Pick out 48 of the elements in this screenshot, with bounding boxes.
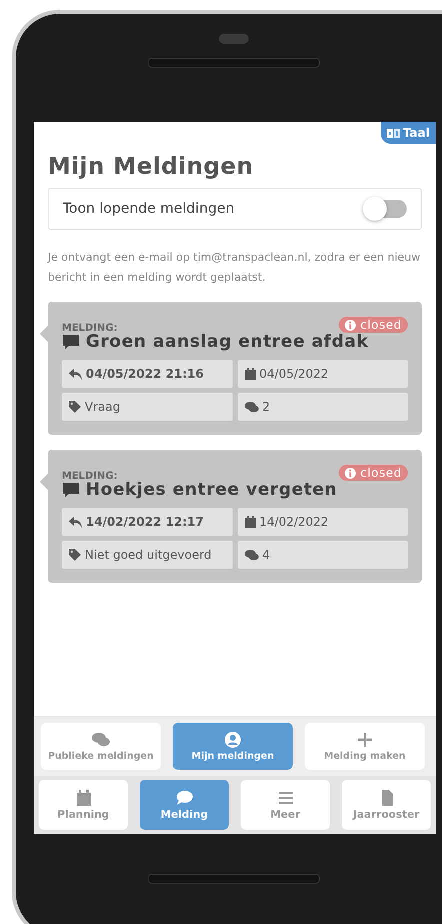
speech-bubble-icon (62, 334, 80, 350)
tag-icon (69, 401, 81, 413)
last-reply-time: 04/05/2022 21:16 (86, 367, 204, 381)
calendar-icon (244, 368, 256, 380)
toggle-label: Toon lopende meldingen (63, 201, 235, 217)
comments-icon (244, 550, 258, 560)
tag-icon (69, 549, 81, 561)
sub-tab[interactable]: Mijn meldingen (173, 723, 293, 770)
calendar-icon (244, 516, 256, 528)
calendar-icon (74, 790, 92, 806)
nav-tab[interactable]: Planning (39, 780, 128, 830)
toggle-switch[interactable] (365, 200, 407, 218)
info-text: Je ontvangt een e-mail op tim@transpaclean.nl, zodra er een nieuw bericht in een melding wordt geplaatst. (48, 250, 422, 286)
comments-count: 2 (262, 400, 270, 414)
sub-tab[interactable]: Publieke meldingen (41, 723, 161, 770)
reply-icon (69, 516, 82, 528)
speech-bubble-icon (62, 482, 80, 498)
language-button[interactable]: Taal (381, 122, 436, 144)
nav-tab[interactable]: Melding (140, 780, 229, 830)
melding-title: Hoekjes entree vergeten (86, 480, 338, 500)
info-icon (345, 468, 356, 478)
date-text: 04/05/2022 (260, 367, 329, 381)
comments-count: 4 (262, 548, 270, 562)
last-reply-time: 14/02/2022 12:17 (86, 515, 204, 529)
speech-bubble-icon (176, 790, 194, 806)
melding-label: MELDING: (62, 471, 118, 482)
info-icon (345, 320, 356, 330)
comments-icon (92, 732, 110, 748)
camera-icon (219, 34, 249, 44)
menu-icon (276, 790, 294, 806)
melding-label: MELDING: (62, 323, 118, 334)
status-badge: closed (339, 317, 408, 333)
plus-icon (356, 732, 374, 748)
user-icon (224, 732, 242, 748)
melding-title: Groen aanslag entree afdak (86, 332, 369, 352)
category-text: Vraag (85, 400, 120, 414)
category-text: Niet goed uitgevoerd (85, 548, 212, 562)
reply-icon (69, 368, 82, 380)
status-badge: closed (339, 465, 408, 481)
melding-card[interactable]: MELDING: closed Groen aanslag entree afdak 04/05/2022 21:16 04/05/2022 Vraag 2 (48, 302, 422, 435)
sub-tab[interactable]: Melding maken (305, 723, 425, 770)
language-icon (387, 128, 400, 138)
nav-tab[interactable]: Meer (241, 780, 330, 830)
comments-icon (244, 402, 258, 412)
nav-tab[interactable]: Jaarrooster (342, 780, 431, 830)
page-title: Mijn Meldingen (48, 154, 255, 180)
date-text: 14/02/2022 (260, 515, 329, 529)
melding-card[interactable]: MELDING: closed Hoekjes entree vergeten 14/02/2022 12:17 14/02/2022 Niet goed uitgevoerd 4 (48, 450, 422, 583)
